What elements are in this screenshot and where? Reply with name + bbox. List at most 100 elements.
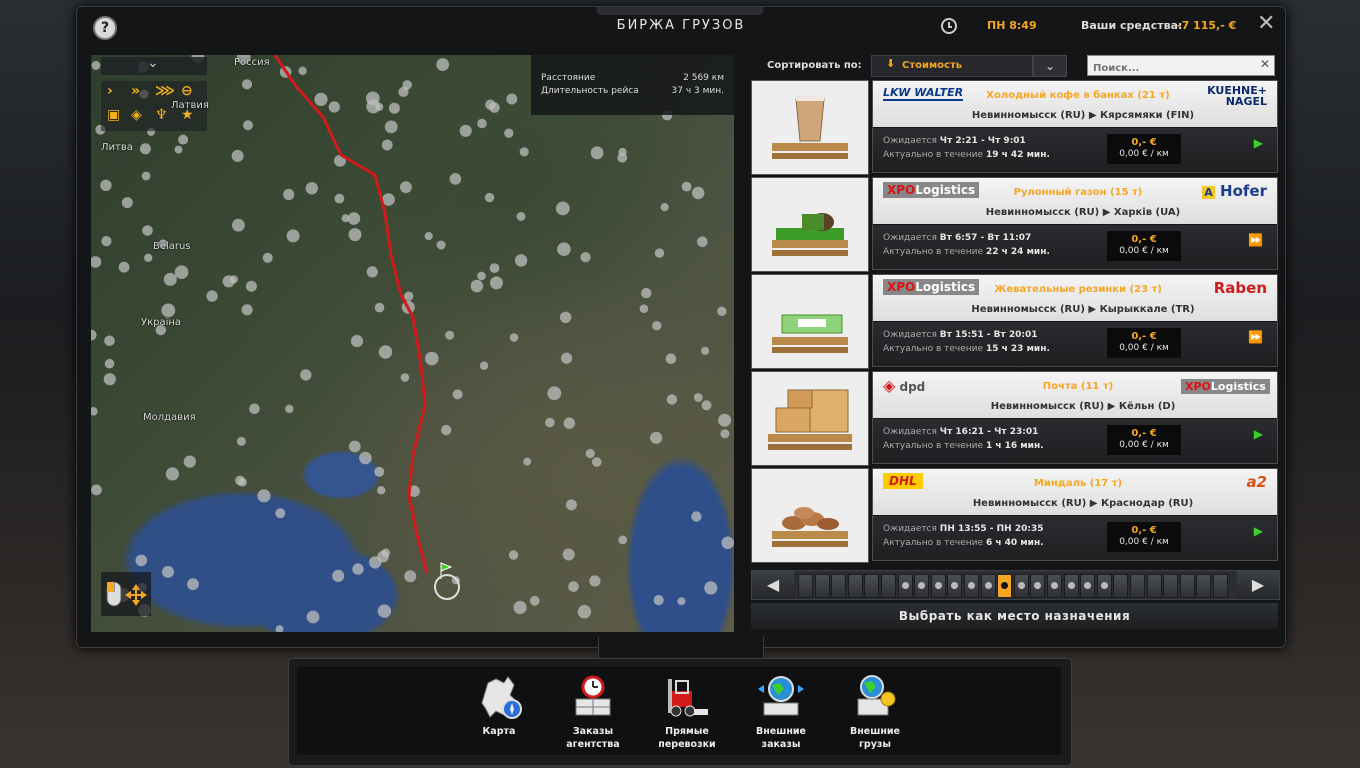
city-marker[interactable] bbox=[717, 306, 727, 316]
city-marker[interactable] bbox=[162, 565, 174, 578]
city-marker[interactable] bbox=[121, 197, 133, 209]
page-indicator[interactable] bbox=[997, 574, 1013, 598]
page-indicator[interactable] bbox=[1096, 574, 1112, 598]
city-marker[interactable] bbox=[654, 248, 665, 258]
play-icon[interactable]: ▶ bbox=[1254, 136, 1263, 150]
city-marker[interactable] bbox=[306, 610, 320, 624]
city-marker[interactable] bbox=[91, 329, 97, 341]
city-marker[interactable] bbox=[718, 413, 732, 427]
city-marker[interactable] bbox=[470, 279, 484, 293]
city-marker[interactable] bbox=[555, 201, 570, 216]
city-marker[interactable] bbox=[398, 86, 409, 97]
city-marker[interactable] bbox=[514, 254, 528, 267]
city-marker[interactable] bbox=[369, 556, 382, 569]
trailer-icon[interactable]: ⊖ bbox=[181, 83, 193, 99]
clear-search-icon[interactable]: ✕ bbox=[1260, 57, 1270, 71]
city-marker[interactable] bbox=[452, 389, 463, 400]
city-marker[interactable] bbox=[523, 457, 532, 466]
map-controls[interactable] bbox=[101, 572, 151, 616]
city-marker[interactable] bbox=[286, 229, 300, 243]
city-marker[interactable] bbox=[436, 58, 450, 71]
city-marker[interactable] bbox=[142, 225, 153, 236]
page-indicator[interactable] bbox=[864, 574, 880, 598]
page-indicator[interactable] bbox=[831, 574, 847, 598]
city-marker[interactable] bbox=[348, 228, 362, 242]
city-marker[interactable] bbox=[262, 252, 273, 263]
search-field[interactable]: ✕ bbox=[1087, 55, 1275, 77]
dock-direct-button[interactable]: Прямые перевозки bbox=[647, 671, 727, 755]
city-marker[interactable] bbox=[590, 146, 604, 160]
city-marker[interactable] bbox=[232, 218, 245, 232]
city-marker[interactable] bbox=[139, 143, 151, 155]
triple-chevron-icon[interactable]: ⋙ bbox=[155, 83, 175, 99]
job-card[interactable]: LKW WALTER Холодный кофе в банках (21 т) K… bbox=[872, 80, 1278, 173]
page-indicator[interactable] bbox=[914, 574, 930, 598]
job-row[interactable]: XPOLogistics Жевательные резинки (23 т) Ra… bbox=[751, 274, 1278, 369]
page-indicator[interactable] bbox=[1179, 574, 1195, 598]
city-marker[interactable] bbox=[445, 330, 455, 340]
job-row[interactable]: LKW WALTER Холодный кофе в банках (21 т) K… bbox=[751, 80, 1278, 175]
job-card[interactable]: DHL Миндаль (17 т) a2 Невинномысск (RU) ▶ К… bbox=[872, 468, 1278, 561]
city-marker[interactable] bbox=[347, 212, 361, 225]
close-icon[interactable]: ✕ bbox=[1257, 13, 1275, 35]
city-marker[interactable] bbox=[436, 240, 446, 250]
play-icon[interactable]: ▶ bbox=[1254, 427, 1263, 441]
city-marker[interactable] bbox=[508, 550, 519, 560]
trophy-icon[interactable]: ♆ bbox=[155, 107, 168, 123]
city-marker[interactable] bbox=[384, 120, 398, 134]
city-marker[interactable] bbox=[509, 333, 519, 342]
cargo-icon[interactable]: ▣ bbox=[107, 107, 120, 123]
dock-external-cargo-button[interactable]: Внешние грузы bbox=[835, 671, 915, 755]
city-marker[interactable] bbox=[652, 321, 662, 331]
city-marker[interactable] bbox=[400, 373, 410, 382]
hazard-icon[interactable]: ◈ bbox=[131, 107, 142, 123]
city-marker[interactable] bbox=[425, 351, 439, 366]
city-marker[interactable] bbox=[704, 581, 718, 595]
city-marker[interactable] bbox=[350, 335, 364, 348]
city-marker[interactable] bbox=[178, 134, 189, 145]
city-marker[interactable] bbox=[100, 179, 112, 191]
city-marker[interactable] bbox=[275, 508, 286, 519]
city-marker[interactable] bbox=[589, 575, 601, 587]
city-marker[interactable] bbox=[231, 149, 244, 162]
job-row[interactable]: ◈ dpd Почта (11 т) XPOLogistics Невинномысс… bbox=[751, 371, 1278, 466]
city-marker[interactable] bbox=[374, 302, 385, 313]
city-marker[interactable] bbox=[449, 173, 462, 185]
city-marker[interactable] bbox=[400, 181, 412, 194]
city-marker[interactable] bbox=[91, 407, 98, 416]
page-indicator[interactable] bbox=[1163, 574, 1179, 598]
page-indicator[interactable] bbox=[1047, 574, 1062, 598]
sort-dropdown-button[interactable]: ⌄ bbox=[1033, 55, 1067, 77]
city-marker[interactable] bbox=[720, 429, 730, 439]
city-marker[interactable] bbox=[334, 193, 345, 204]
city-marker[interactable] bbox=[529, 595, 540, 606]
city-marker[interactable] bbox=[374, 466, 385, 477]
city-marker[interactable] bbox=[104, 358, 115, 369]
page-indicator[interactable] bbox=[1146, 574, 1162, 598]
page-indicator[interactable] bbox=[1080, 574, 1096, 598]
city-marker[interactable] bbox=[245, 280, 257, 292]
city-marker[interactable] bbox=[660, 203, 669, 212]
city-marker[interactable] bbox=[591, 457, 602, 467]
page-indicator[interactable] bbox=[814, 574, 830, 598]
city-marker[interactable] bbox=[692, 186, 705, 200]
city-marker[interactable] bbox=[513, 600, 527, 615]
city-marker[interactable] bbox=[341, 214, 350, 223]
city-marker[interactable] bbox=[165, 467, 179, 481]
city-marker[interactable] bbox=[174, 145, 183, 154]
job-card[interactable]: ◈ dpd Почта (11 т) XPOLogistics Невинномысс… bbox=[872, 371, 1278, 464]
city-marker[interactable] bbox=[298, 66, 307, 75]
city-marker[interactable] bbox=[585, 448, 595, 459]
city-marker[interactable] bbox=[243, 120, 253, 131]
city-marker[interactable] bbox=[547, 386, 562, 401]
city-marker[interactable] bbox=[516, 212, 526, 221]
city-marker[interactable] bbox=[484, 192, 495, 203]
city-marker[interactable] bbox=[691, 511, 702, 522]
city-marker[interactable] bbox=[506, 93, 518, 105]
city-marker[interactable] bbox=[332, 569, 345, 583]
play-icon[interactable]: ▶ bbox=[1254, 524, 1263, 538]
dock-map-button[interactable]: Карта bbox=[459, 671, 539, 755]
city-marker[interactable] bbox=[693, 393, 703, 402]
page-indicator[interactable] bbox=[1130, 574, 1145, 598]
dock-external-orders-button[interactable]: Внешние заказы bbox=[741, 671, 821, 755]
